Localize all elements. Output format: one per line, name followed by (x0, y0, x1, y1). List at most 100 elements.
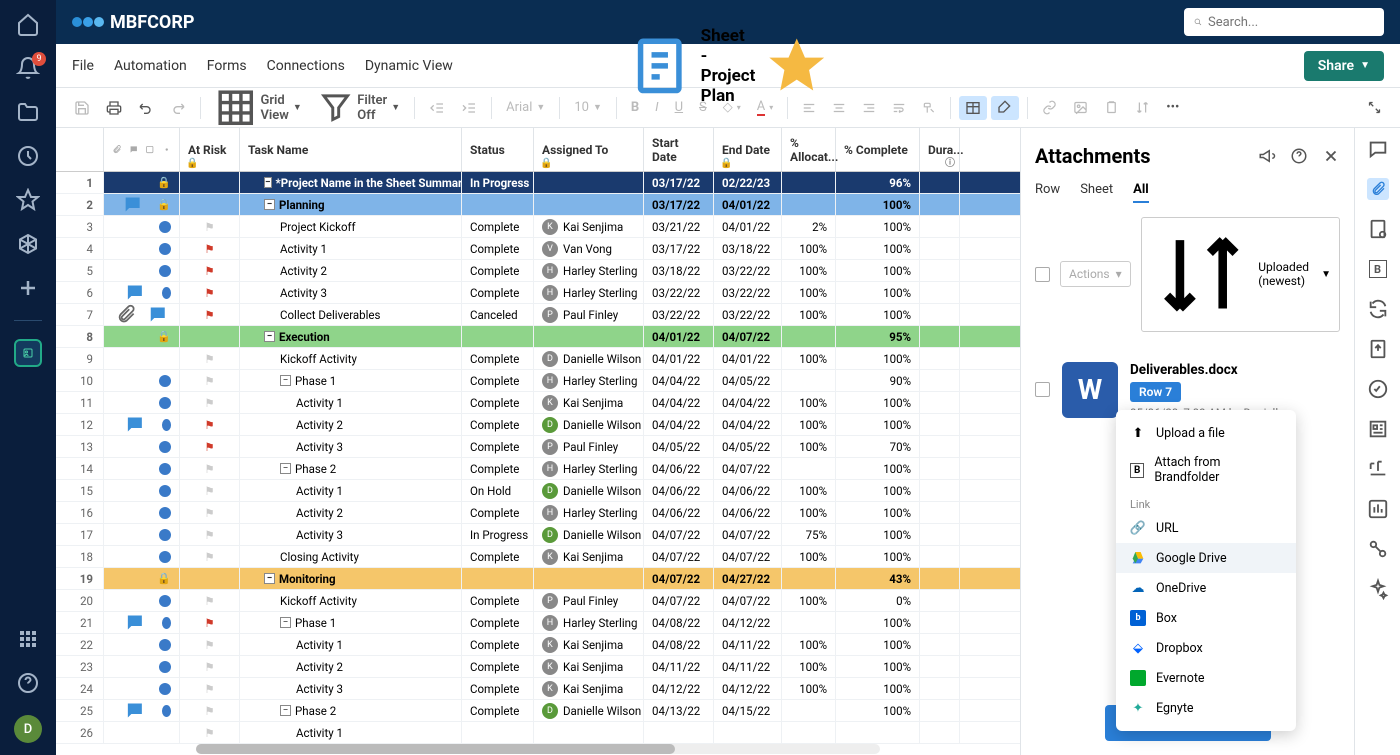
task-name-cell[interactable]: Activity 3 (240, 524, 462, 545)
update-requests-icon[interactable] (1367, 298, 1389, 320)
assigned-cell[interactable]: KKai Senjima (534, 678, 644, 699)
complete-cell[interactable]: 100% (836, 480, 920, 501)
duration-cell[interactable] (920, 238, 960, 259)
task-name-cell[interactable]: Activity 3 (240, 436, 462, 457)
menu-connections[interactable]: Connections (267, 58, 345, 74)
task-name-cell[interactable]: −Phase 2 (240, 458, 462, 479)
start-date-cell[interactable]: 04/04/22 (644, 392, 714, 413)
complete-cell[interactable]: 100% (836, 656, 920, 677)
allocation-cell[interactable]: 100% (782, 480, 836, 501)
help-icon[interactable] (16, 671, 40, 695)
brandfolder-option[interactable]: BAttach from Brandfolder (1116, 448, 1296, 492)
grid[interactable]: At Risk🔒 Task Name Status Assigned To🔒 S… (56, 128, 1020, 755)
save-icon[interactable] (68, 96, 96, 120)
status-cell[interactable]: Complete (462, 590, 534, 611)
end-date-cell[interactable]: 02/22/23 (714, 172, 782, 193)
end-date-cell[interactable]: 04/05/22 (714, 436, 782, 457)
add-icon[interactable] (16, 276, 40, 300)
expand-toggle[interactable]: − (280, 705, 291, 716)
box-option[interactable]: bBox (1116, 603, 1296, 633)
resource-management-icon[interactable] (16, 341, 40, 365)
status-cell[interactable]: Complete (462, 678, 534, 699)
end-date-cell[interactable]: 03/22/22 (714, 260, 782, 281)
table-row[interactable]: 8 🔒 −Execution 04/01/22 04/07/22 95% (56, 326, 1020, 348)
status-cell[interactable]: Complete (462, 700, 534, 721)
start-date-cell[interactable]: 04/06/22 (644, 502, 714, 523)
conversations-icon[interactable] (1367, 138, 1389, 160)
col-task-name[interactable]: Task Name (240, 128, 462, 171)
table-row[interactable]: 1 🔒 −*Project Name in the Sheet Summary*… (56, 172, 1020, 194)
complete-cell[interactable]: 70% (836, 436, 920, 457)
work-insights-icon[interactable] (1367, 458, 1389, 480)
col-assigned[interactable]: Assigned To🔒 (534, 128, 644, 171)
allocation-cell[interactable]: 100% (782, 656, 836, 677)
more-icon[interactable]: ••• (1160, 96, 1185, 119)
dropbox-option[interactable]: ⬙Dropbox (1116, 633, 1296, 663)
col-status[interactable]: Status (462, 128, 534, 171)
table-row[interactable]: 4 ⚑ Activity 1 Complete VVan Vong 03/17/… (56, 238, 1020, 260)
assigned-cell[interactable]: DDanielle Wilson (534, 524, 644, 545)
table-row[interactable]: 26 ⚑ Activity 1 (56, 722, 1020, 744)
allocation-cell[interactable]: 100% (782, 304, 836, 325)
at-risk-cell[interactable]: ⚑ (180, 546, 240, 567)
duration-cell[interactable] (920, 194, 960, 215)
status-cell[interactable]: Complete (462, 282, 534, 303)
end-date-cell[interactable]: 04/04/22 (714, 392, 782, 413)
end-date-cell[interactable]: 04/12/22 (714, 678, 782, 699)
status-cell[interactable]: Canceled (462, 304, 534, 325)
task-name-cell[interactable]: Closing Activity (240, 546, 462, 567)
search-input[interactable] (1208, 15, 1374, 30)
expand-toggle[interactable]: − (280, 375, 291, 386)
at-risk-cell[interactable]: ⚑ (180, 370, 240, 391)
onedrive-option[interactable]: ☁OneDrive (1116, 573, 1296, 603)
task-name-cell[interactable]: Activity 2 (240, 260, 462, 281)
at-risk-cell[interactable]: ⚑ (180, 678, 240, 699)
status-cell[interactable]: In Progress (462, 172, 534, 193)
end-date-cell[interactable]: 04/15/22 (714, 700, 782, 721)
publish-icon[interactable] (1367, 338, 1389, 360)
status-cell[interactable]: Complete (462, 392, 534, 413)
start-date-cell[interactable]: 04/04/22 (644, 414, 714, 435)
duration-cell[interactable] (920, 282, 960, 303)
at-risk-cell[interactable] (180, 172, 240, 193)
duration-cell[interactable] (920, 700, 960, 721)
complete-cell[interactable]: 100% (836, 282, 920, 303)
assigned-cell[interactable]: PPaul Finley (534, 436, 644, 457)
end-date-cell[interactable]: 04/11/22 (714, 656, 782, 677)
complete-cell[interactable] (836, 722, 920, 743)
table-row[interactable]: 12 ⚑ Activity 2 Complete DDanielle Wilso… (56, 414, 1020, 436)
at-risk-cell[interactable] (180, 568, 240, 589)
at-risk-cell[interactable]: ⚑ (180, 524, 240, 545)
status-cell[interactable] (462, 326, 534, 347)
complete-cell[interactable]: 0% (836, 590, 920, 611)
view-switcher[interactable]: Grid View ▼ (209, 83, 308, 132)
start-date-cell[interactable]: 04/07/22 (644, 568, 714, 589)
at-risk-cell[interactable]: ⚑ (180, 216, 240, 237)
complete-cell[interactable]: 100% (836, 194, 920, 215)
task-name-cell[interactable]: Activity 2 (240, 414, 462, 435)
duration-cell[interactable] (920, 414, 960, 435)
allocation-cell[interactable] (782, 700, 836, 721)
chart-icon[interactable] (1367, 498, 1389, 520)
task-name-cell[interactable]: −Monitoring (240, 568, 462, 589)
task-name-cell[interactable]: Activity 1 (240, 238, 462, 259)
start-date-cell[interactable]: 04/08/22 (644, 634, 714, 655)
complete-cell[interactable]: 100% (836, 392, 920, 413)
expand-toggle[interactable]: − (264, 331, 275, 342)
redo-icon[interactable] (164, 96, 192, 120)
end-date-cell[interactable]: 04/01/22 (714, 194, 782, 215)
table-row[interactable]: 20 ⚑ Kickoff Activity Complete PPaul Fin… (56, 590, 1020, 612)
ai-icon[interactable] (1367, 578, 1389, 600)
assigned-cell[interactable]: HHarley Sterling (534, 458, 644, 479)
activity-log-icon[interactable] (1367, 378, 1389, 400)
duration-cell[interactable] (920, 480, 960, 501)
upload-file-option[interactable]: ⬆Upload a file (1116, 418, 1296, 448)
help-panel-icon[interactable] (1290, 147, 1308, 165)
at-risk-cell[interactable]: ⚑ (180, 722, 240, 743)
allocation-cell[interactable]: 100% (782, 414, 836, 435)
at-risk-cell[interactable]: ⚑ (180, 348, 240, 369)
status-cell[interactable]: Complete (462, 502, 534, 523)
attachments-rail-icon[interactable] (1367, 178, 1389, 200)
at-risk-cell[interactable]: ⚑ (180, 700, 240, 721)
status-cell[interactable]: Complete (462, 370, 534, 391)
